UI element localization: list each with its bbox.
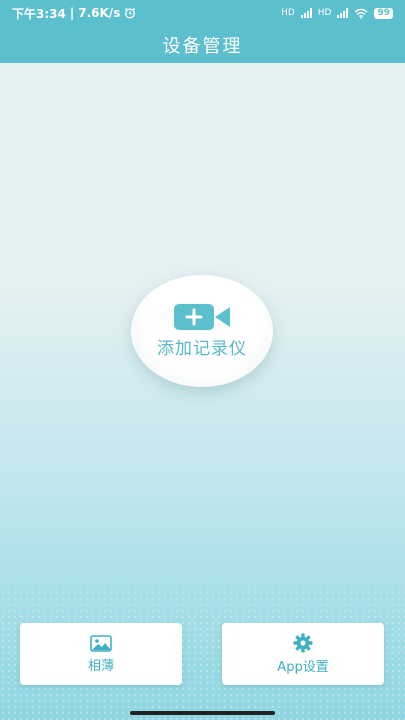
- app-settings-label: App设置: [277, 660, 329, 675]
- album-button[interactable]: 相薄: [20, 623, 182, 685]
- alarm-icon: [125, 7, 136, 19]
- status-left: 下午3:34 | 7.6K/s: [12, 5, 136, 22]
- album-label: 相薄: [87, 658, 114, 674]
- gear-icon: [293, 633, 313, 653]
- app-settings-button[interactable]: App设置: [222, 623, 384, 685]
- image-icon: [90, 634, 112, 652]
- status-right: HD HD 99: [281, 7, 393, 19]
- status-bar: 下午3:34 | 7.6K/s HD HD 99: [0, 0, 405, 26]
- signal-icon: [300, 8, 312, 18]
- video-camera-plus-icon: [174, 303, 230, 330]
- add-recorder-label: 添加记录仪: [157, 338, 247, 359]
- status-time: 下午3:34: [12, 6, 66, 21]
- signal-icon-2: [337, 8, 349, 18]
- battery-icon: 99: [374, 7, 393, 19]
- signal-label-1: HD: [281, 8, 295, 18]
- add-recorder-button[interactable]: 添加记录仪: [131, 275, 273, 387]
- status-separator: |: [69, 6, 75, 20]
- home-indicator[interactable]: [130, 711, 275, 715]
- wifi-icon: [355, 8, 368, 19]
- page-title: 设备管理: [162, 35, 243, 57]
- signal-label-2: HD: [317, 8, 332, 18]
- header: 设备管理: [0, 26, 405, 63]
- net-speed: 7.6K/s: [78, 6, 121, 20]
